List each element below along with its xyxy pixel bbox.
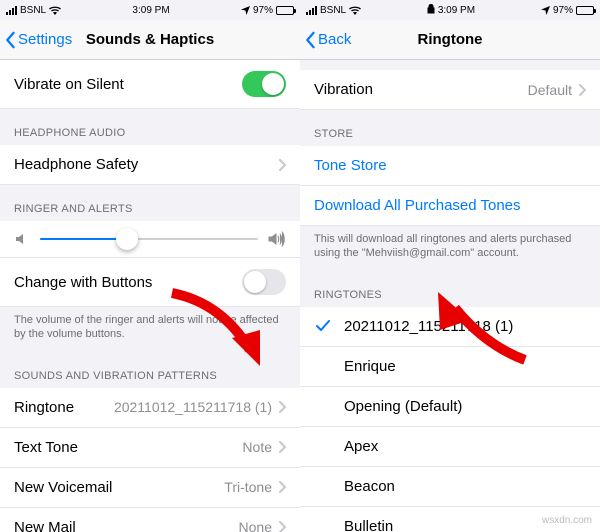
ringtone-name: Beacon	[344, 478, 395, 495]
ringer-alerts-header: RINGER AND ALERTS	[0, 185, 300, 221]
chevron-right-icon	[278, 401, 286, 413]
sound-row-text-tone[interactable]: Text ToneNote	[0, 428, 300, 468]
download-footer: This will download all ringtones and ale…	[300, 226, 600, 271]
headphone-audio-header: HEADPHONE AUDIO	[0, 109, 300, 145]
battery-pct: 97%	[253, 5, 273, 16]
carrier-label: BSNL	[20, 5, 46, 16]
signal-icon	[6, 6, 17, 15]
lock-icon	[427, 4, 435, 14]
row-value: Default	[528, 82, 572, 98]
signal-icon	[306, 6, 317, 15]
chevron-right-icon	[278, 521, 286, 532]
vibrate-on-silent-row[interactable]: Vibrate on Silent	[0, 60, 300, 109]
battery-icon	[576, 6, 594, 15]
location-icon	[541, 6, 550, 15]
ringtone-option[interactable]: Apex	[300, 427, 600, 467]
ringtone-name: Opening (Default)	[344, 398, 462, 415]
back-button[interactable]: Back	[300, 31, 351, 49]
row-label: New Mail	[14, 519, 239, 532]
sound-row-new-mail[interactable]: New MailNone	[0, 508, 300, 532]
volume-footer: The volume of the ringer and alerts will…	[0, 307, 300, 352]
status-bar: BSNL 3:09 PM 97%	[0, 0, 300, 20]
navigation-bar: Settings Sounds & Haptics	[0, 20, 300, 60]
ringtone-name: Bulletin	[344, 518, 393, 532]
checkmark-icon	[314, 320, 332, 332]
row-label: Text Tone	[14, 439, 242, 456]
sounds-patterns-header: SOUNDS AND VIBRATION PATTERNS	[0, 352, 300, 388]
sound-row-new-voicemail[interactable]: New VoicemailTri-tone	[0, 468, 300, 508]
battery-icon	[276, 6, 294, 15]
ringtone-name: Enrique	[344, 358, 396, 375]
chevron-right-icon	[578, 84, 586, 96]
row-label: New Voicemail	[14, 479, 224, 496]
volume-high-icon	[268, 231, 286, 247]
clock-label: 3:09 PM	[438, 5, 475, 16]
row-label: Vibrate on Silent	[14, 76, 242, 93]
back-button[interactable]: Settings	[0, 31, 72, 49]
clock-label: 3:09 PM	[61, 5, 241, 16]
back-label: Back	[318, 31, 351, 48]
row-value: Note	[242, 439, 272, 455]
vibration-row[interactable]: Vibration Default	[300, 70, 600, 110]
wifi-icon	[49, 6, 61, 15]
wifi-icon	[349, 6, 361, 15]
ringtone-option[interactable]: Enrique	[300, 347, 600, 387]
watermark: wsxdn.com	[542, 515, 592, 526]
navigation-bar: Back Ringtone	[300, 20, 600, 60]
chevron-right-icon	[278, 481, 286, 493]
sound-row-ringtone[interactable]: Ringtone20211012_115211718 (1)	[0, 388, 300, 428]
ringtone-name: Apex	[344, 438, 378, 455]
row-value: Tri-tone	[224, 479, 272, 495]
row-label: Vibration	[314, 81, 528, 98]
volume-slider-row[interactable]	[0, 221, 300, 258]
slider-thumb[interactable]	[116, 228, 138, 250]
chevron-right-icon	[278, 159, 286, 171]
row-label: Ringtone	[14, 399, 114, 416]
battery-pct: 97%	[553, 5, 573, 16]
status-bar: BSNL 3:09 PM 97%	[300, 0, 600, 20]
row-label: Change with Buttons	[14, 274, 242, 291]
change-buttons-toggle[interactable]	[242, 269, 286, 295]
back-label: Settings	[18, 31, 72, 48]
vibrate-silent-toggle[interactable]	[242, 71, 286, 97]
store-header: STORE	[300, 110, 600, 146]
ringtone-option[interactable]: Beacon	[300, 467, 600, 507]
change-with-buttons-row[interactable]: Change with Buttons	[0, 258, 300, 307]
ringtone-option[interactable]: 20211012_115211718 (1)	[300, 307, 600, 347]
screen-ringtone: BSNL 3:09 PM 97% Back Ringtone Vib	[300, 0, 600, 532]
location-icon	[241, 6, 250, 15]
row-value: 20211012_115211718 (1)	[114, 399, 272, 415]
volume-low-icon	[14, 231, 30, 247]
volume-slider[interactable]	[40, 238, 258, 240]
download-purchased-link[interactable]: Download All Purchased Tones	[300, 186, 600, 226]
screen-sounds-haptics: BSNL 3:09 PM 97% Settings Sounds & Hapti…	[0, 0, 300, 532]
ringtone-option[interactable]: Opening (Default)	[300, 387, 600, 427]
tone-store-link[interactable]: Tone Store	[300, 146, 600, 186]
carrier-label: BSNL	[320, 5, 346, 16]
ringtones-header: RINGTONES	[300, 271, 600, 307]
row-label: Headphone Safety	[14, 156, 278, 173]
headphone-safety-row[interactable]: Headphone Safety	[0, 145, 300, 185]
row-value: None	[239, 519, 272, 532]
ringtone-name: 20211012_115211718 (1)	[344, 318, 513, 335]
chevron-right-icon	[278, 441, 286, 453]
